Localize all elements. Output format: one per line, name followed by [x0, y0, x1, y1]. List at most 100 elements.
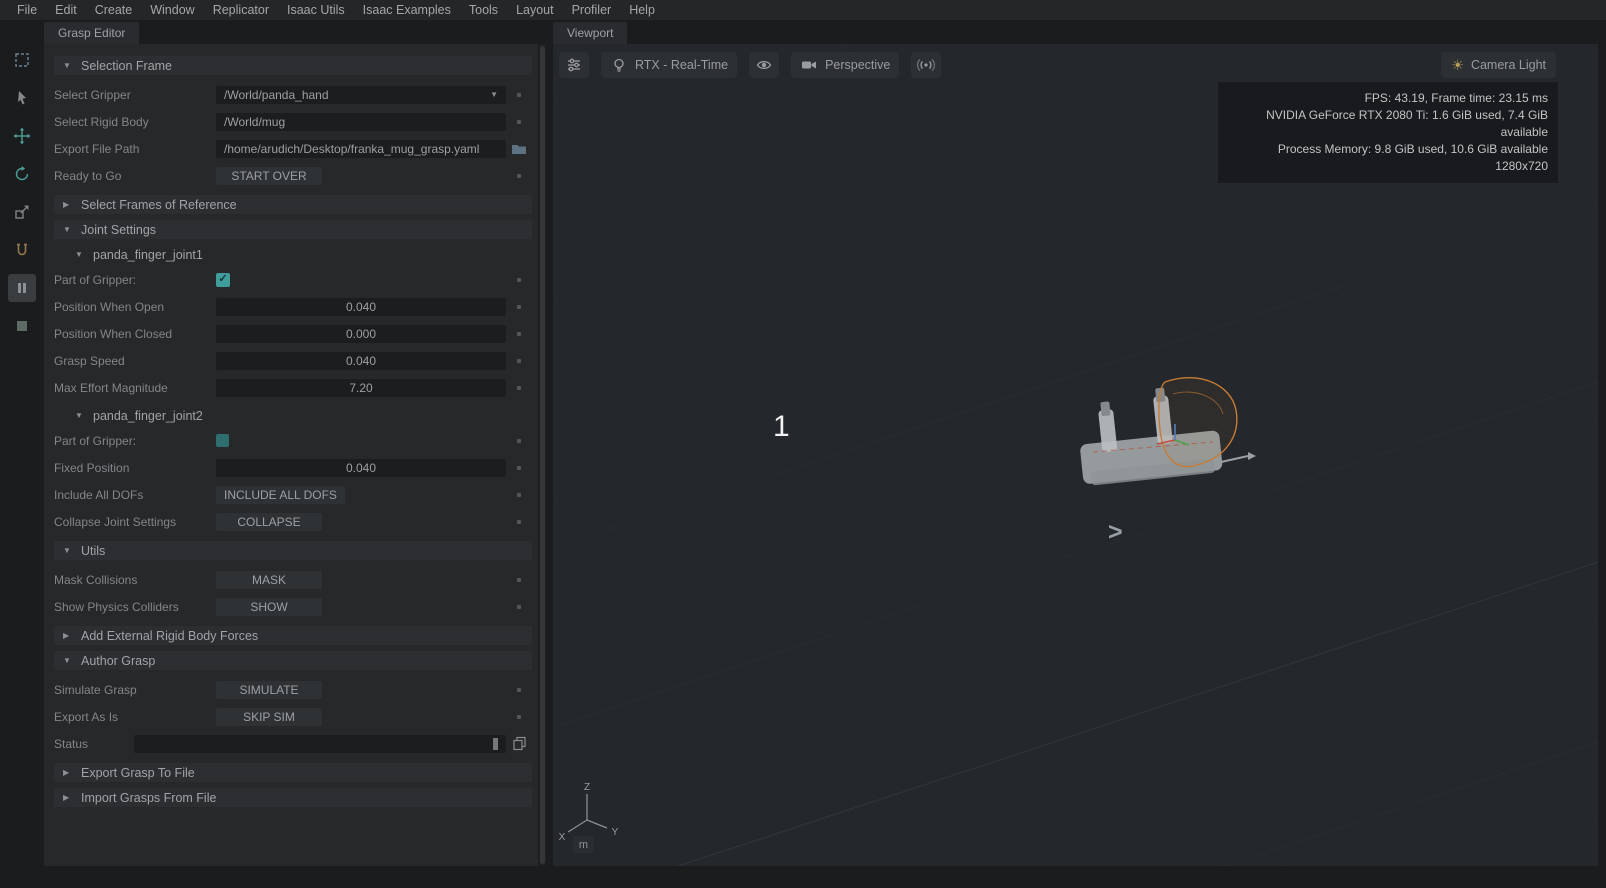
max-effort-field[interactable]: 7.20: [216, 379, 506, 397]
camera-button[interactable]: Perspective: [791, 52, 899, 78]
export-file-path-field[interactable]: /home/arudich/Desktop/franka_mug_grasp.y…: [216, 140, 506, 158]
tab-grasp-editor[interactable]: Grasp Editor: [44, 22, 139, 44]
rotate-tool-button[interactable]: [8, 160, 36, 188]
section-title: panda_finger_joint1: [93, 248, 203, 262]
gripper-mug-render[interactable]: [1063, 344, 1263, 524]
section-author-grasp[interactable]: ▼ Author Grasp: [54, 651, 532, 670]
status-field[interactable]: [134, 735, 506, 753]
viewport-tabbar: Viewport: [553, 22, 1598, 44]
collapse-arrow-icon: ▼: [63, 546, 72, 555]
section-panda-finger-joint2[interactable]: ▼ panda_finger_joint2: [66, 406, 532, 425]
section-selection-frame[interactable]: ▼ Selection Frame: [54, 56, 532, 75]
axis-z-label: Z: [584, 782, 590, 793]
viewport-canvas[interactable]: RTX - Real-Time Perspective: [553, 44, 1598, 866]
mask-button[interactable]: MASK: [216, 571, 322, 589]
skip-sim-button[interactable]: SKIP SIM: [216, 708, 322, 726]
reset-indicator[interactable]: [517, 493, 521, 497]
section-panda-finger-joint1[interactable]: ▼ panda_finger_joint1: [66, 245, 532, 264]
reset-indicator[interactable]: [517, 359, 521, 363]
menu-isaac-examples[interactable]: Isaac Examples: [354, 1, 460, 19]
menu-help[interactable]: Help: [620, 1, 664, 19]
section-title: Author Grasp: [81, 654, 155, 668]
cursor-tool-button[interactable]: [8, 84, 36, 112]
camera-label: Perspective: [825, 58, 890, 72]
menu-file[interactable]: File: [8, 1, 46, 19]
position-when-closed-field[interactable]: 0.000: [216, 325, 506, 343]
reset-indicator[interactable]: [517, 715, 521, 719]
reset-indicator[interactable]: [517, 605, 521, 609]
stop-button[interactable]: [8, 312, 36, 340]
reset-indicator[interactable]: [517, 386, 521, 390]
menu-replicator[interactable]: Replicator: [204, 1, 278, 19]
collapse-arrow-icon: ▼: [63, 656, 72, 665]
reset-indicator[interactable]: [517, 332, 521, 336]
reset-indicator[interactable]: [517, 520, 521, 524]
menu-create[interactable]: Create: [86, 1, 142, 19]
menu-window[interactable]: Window: [141, 1, 203, 19]
camera-light-label: Camera Light: [1471, 58, 1546, 72]
scrollbar-thumb[interactable]: [540, 46, 545, 864]
max-effort-row: Max Effort Magnitude 7.20: [54, 374, 532, 401]
simulate-button[interactable]: SIMULATE: [216, 681, 322, 699]
fixed-position-field[interactable]: 0.040: [216, 459, 506, 477]
menu-isaac-utils[interactable]: Isaac Utils: [278, 1, 354, 19]
joint2-part-of-gripper-row: Part of Gripper:: [54, 427, 532, 454]
section-utils[interactable]: ▼ Utils: [54, 541, 532, 560]
section-joint-settings[interactable]: ▼ Joint Settings: [54, 220, 532, 239]
reset-indicator[interactable]: [517, 174, 521, 178]
unit-selector[interactable]: m: [573, 836, 594, 853]
reset-indicator[interactable]: [517, 305, 521, 309]
pause-button[interactable]: [8, 274, 36, 302]
tab-viewport[interactable]: Viewport: [553, 22, 627, 44]
part-of-gripper-checkbox[interactable]: [216, 434, 229, 447]
visibility-button[interactable]: [749, 52, 779, 78]
folder-icon[interactable]: [510, 140, 528, 158]
viewport-settings-button[interactable]: [559, 52, 589, 78]
include-all-dofs-label: Include All DOFs: [54, 488, 216, 502]
grasp-speed-label: Grasp Speed: [54, 354, 216, 368]
menu-layout[interactable]: Layout: [507, 1, 563, 19]
collapse-button[interactable]: COLLAPSE: [216, 513, 322, 531]
selection-signal-button[interactable]: [911, 52, 941, 78]
simulate-grasp-label: Simulate Grasp: [54, 683, 216, 697]
start-over-button[interactable]: START OVER: [216, 167, 322, 185]
copy-icon[interactable]: [511, 735, 528, 752]
section-export-grasp[interactable]: ▶ Export Grasp To File: [54, 763, 532, 782]
reset-indicator[interactable]: [517, 93, 521, 97]
include-all-dofs-button[interactable]: INCLUDE ALL DOFS: [216, 486, 345, 504]
menu-tools[interactable]: Tools: [460, 1, 507, 19]
renderer-button[interactable]: RTX - Real-Time: [601, 52, 737, 78]
scale-tool-button[interactable]: [8, 198, 36, 226]
max-effort-label: Max Effort Magnitude: [54, 381, 216, 395]
reset-indicator[interactable]: [517, 688, 521, 692]
select-gripper-value: /World/panda_hand: [224, 88, 484, 102]
move-tool-button[interactable]: [8, 122, 36, 150]
next-arrow-icon[interactable]: >: [1108, 518, 1123, 547]
menu-edit[interactable]: Edit: [46, 1, 86, 19]
section-frames-of-reference[interactable]: ▶ Select Frames of Reference: [54, 195, 532, 214]
grasp-speed-field[interactable]: 0.040: [216, 352, 506, 370]
select-tool-button[interactable]: [8, 46, 36, 74]
grasp-editor-body: ▼ Selection Frame Select Gripper /World/…: [44, 44, 538, 866]
show-button[interactable]: SHOW: [216, 598, 322, 616]
check-icon: ✓: [218, 274, 227, 285]
status-row: Status: [54, 730, 532, 757]
camera-light-button[interactable]: ☀ Camera Light: [1441, 52, 1556, 78]
reset-indicator[interactable]: [517, 120, 521, 124]
signal-icon: [917, 56, 935, 74]
section-external-forces[interactable]: ▶ Add External Rigid Body Forces: [54, 626, 532, 645]
position-when-open-field[interactable]: 0.040: [216, 298, 506, 316]
panel-scrollbar[interactable]: [539, 44, 546, 866]
select-gripper-dropdown[interactable]: /World/panda_hand ▼: [216, 86, 506, 104]
section-import-grasps[interactable]: ▶ Import Grasps From File: [54, 788, 532, 807]
menu-profiler[interactable]: Profiler: [563, 1, 621, 19]
reset-indicator[interactable]: [517, 466, 521, 470]
snap-tool-button[interactable]: [8, 236, 36, 264]
reset-indicator[interactable]: [517, 439, 521, 443]
scale-icon: [13, 203, 31, 221]
part-of-gripper-checkbox[interactable]: ✓: [216, 273, 230, 287]
reset-indicator[interactable]: [517, 278, 521, 282]
select-rigid-body-field[interactable]: /World/mug: [216, 113, 506, 131]
position-when-closed-value: 0.000: [224, 327, 498, 341]
reset-indicator[interactable]: [517, 578, 521, 582]
